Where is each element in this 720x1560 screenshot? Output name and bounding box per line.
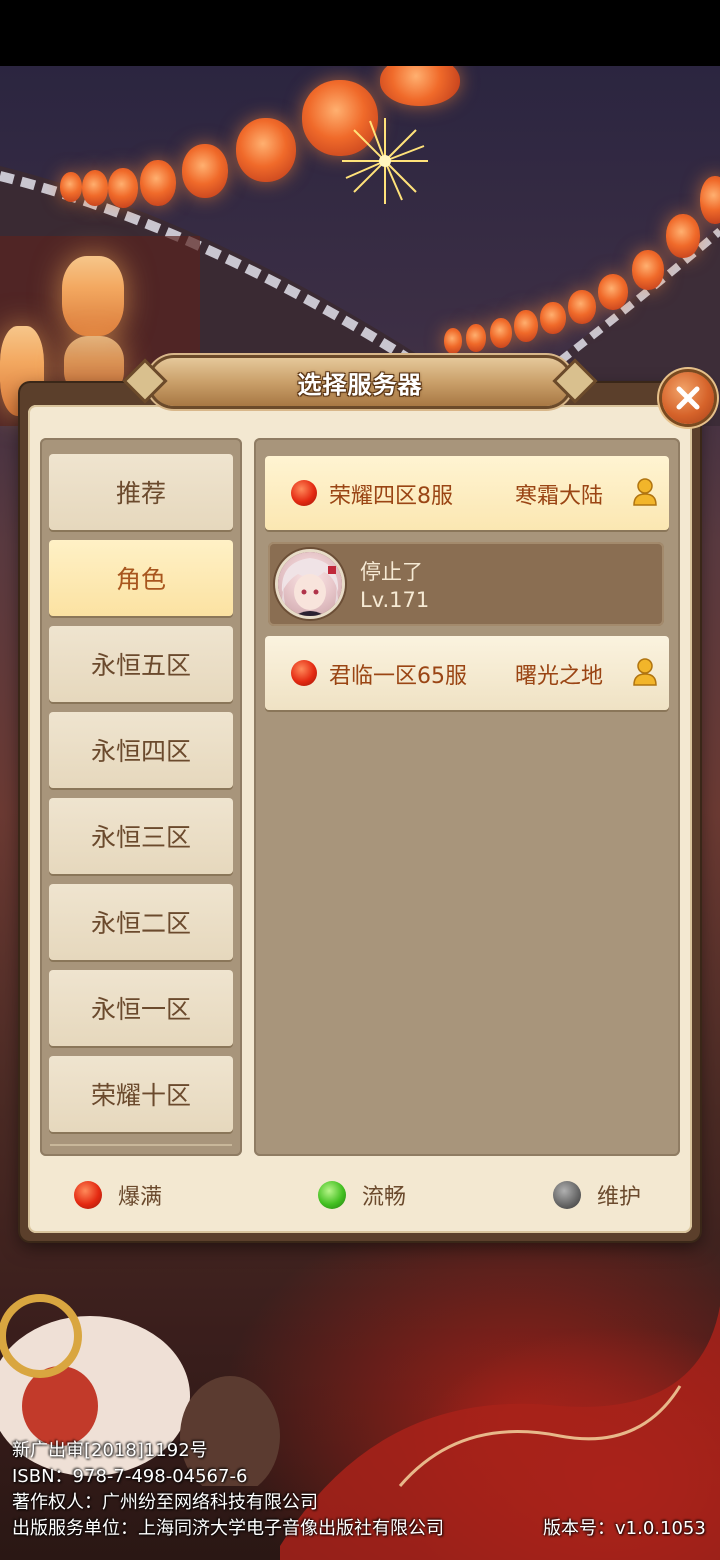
- category-label: 永恒二区: [90, 909, 191, 938]
- avatar: [278, 552, 342, 616]
- legend-label: 维护: [597, 1185, 642, 1210]
- list-divider: [50, 1144, 232, 1146]
- firework-illustration: [342, 118, 428, 204]
- role-name: 停止了: [360, 560, 423, 584]
- category-panel: 推荐 角色 永恒五区 永恒四区 永恒三区 永恒二区 永恒一区 荣耀十区: [40, 438, 242, 1156]
- person-icon: [633, 658, 657, 686]
- publisher: 出版服务单位：上海同济大学电子音像出版社有限公司: [12, 1518, 444, 1539]
- category-eternal-5[interactable]: 永恒五区: [49, 626, 233, 702]
- person-icon: [633, 478, 657, 506]
- isbn: ISBN：978-7-498-04567-6: [12, 1466, 248, 1487]
- close-icon: [676, 386, 700, 410]
- category-label: 推荐: [115, 479, 166, 508]
- server-name: 君临一区65服: [329, 664, 467, 689]
- category-label: 永恒三区: [90, 823, 191, 852]
- version-number: 版本号：v1.0.1053: [543, 1518, 706, 1539]
- status-full-icon: [74, 1181, 102, 1209]
- server-region: 寒霜大陆: [515, 484, 604, 509]
- category-recommend[interactable]: 推荐: [49, 454, 233, 530]
- status-full-icon: [291, 480, 317, 506]
- status-maintenance-icon: [553, 1181, 581, 1209]
- approval-number: 新广出审[2018]1192号: [12, 1440, 208, 1461]
- category-label: 永恒四区: [90, 737, 191, 766]
- server-row[interactable]: 君临一区65服 曙光之地: [265, 636, 669, 710]
- legend-full: 爆满: [74, 1178, 162, 1212]
- category-label: 永恒一区: [90, 995, 191, 1024]
- server-row[interactable]: 荣耀四区8服 寒霜大陆: [265, 456, 669, 530]
- copyright-owner: 著作权人：广州纷至网络科技有限公司: [12, 1492, 318, 1513]
- status-smooth-icon: [318, 1181, 346, 1209]
- legend-maintenance: 维护: [553, 1178, 641, 1212]
- role-card[interactable]: 停止了 Lv.171: [268, 542, 664, 626]
- category-role[interactable]: 角色: [49, 540, 233, 616]
- category-eternal-2[interactable]: 永恒二区: [49, 884, 233, 960]
- legend-smooth: 流畅: [318, 1178, 406, 1212]
- legend-label: 爆满: [118, 1185, 163, 1210]
- close-button[interactable]: [662, 372, 714, 424]
- category-eternal-3[interactable]: 永恒三区: [49, 798, 233, 874]
- server-panel: 荣耀四区8服 寒霜大陆 停止了 Lv.171 君临一区65服 曙光之地: [254, 438, 680, 1156]
- role-level: Lv.171: [360, 588, 430, 612]
- category-eternal-4[interactable]: 永恒四区: [49, 712, 233, 788]
- dialog-title-plate: 选择服务器: [126, 358, 594, 406]
- server-name: 荣耀四区8服: [329, 484, 453, 509]
- category-label: 永恒五区: [90, 651, 191, 680]
- category-eternal-1[interactable]: 永恒一区: [49, 970, 233, 1046]
- status-full-icon: [291, 660, 317, 686]
- status-bar: [0, 0, 720, 66]
- dialog-title: 选择服务器: [297, 370, 423, 399]
- legend-label: 流畅: [362, 1185, 407, 1210]
- category-glory-10[interactable]: 荣耀十区: [49, 1056, 233, 1132]
- server-region: 曙光之地: [515, 664, 604, 689]
- character-portrait: [280, 558, 340, 616]
- category-label: 角色: [115, 565, 166, 594]
- category-label: 荣耀十区: [90, 1081, 191, 1110]
